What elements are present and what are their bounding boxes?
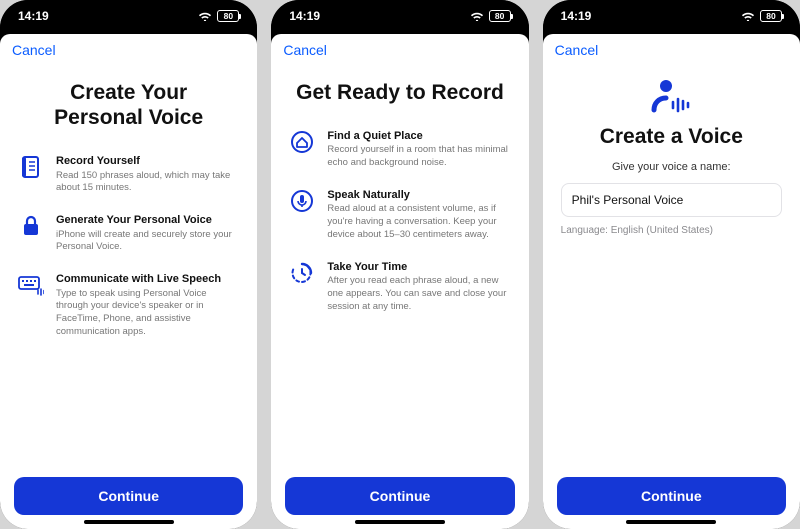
page-title: Create Your Personal Voice (18, 80, 239, 130)
feature-title: Take Your Time (327, 260, 510, 274)
cancel-button[interactable]: Cancel (283, 42, 327, 58)
feature-text: Speak Naturally Read aloud at a consiste… (327, 188, 510, 242)
feature-record-yourself: Record Yourself Read 150 phrases aloud, … (18, 154, 239, 195)
sheet: Cancel Create a Voice Give your voice a … (543, 34, 800, 529)
feature-desc: Read aloud at a consistent volume, as if… (327, 203, 510, 241)
feature-text: Communicate with Live Speech Type to spe… (56, 272, 239, 339)
home-icon (289, 129, 315, 155)
feature-text: Take Your Time After you read each phras… (327, 260, 510, 314)
feature-live-speech: Communicate with Live Speech Type to spe… (18, 272, 239, 339)
home-indicator[interactable] (355, 520, 445, 524)
status-right: 80 (470, 10, 511, 22)
content: Create Your Personal Voice Record Yourse… (0, 62, 257, 467)
feature-desc: Type to speak using Personal Voice throu… (56, 288, 239, 339)
battery-indicator: 80 (760, 10, 782, 22)
nav-bar: Cancel (271, 34, 528, 62)
battery-indicator: 80 (489, 10, 511, 22)
feature-title: Record Yourself (56, 154, 239, 168)
lock-icon (18, 213, 44, 239)
status-bar: 14:19 80 (543, 0, 800, 32)
name-prompt: Give your voice a name: (561, 161, 782, 173)
feature-list: Record Yourself Read 150 phrases aloud, … (18, 154, 239, 338)
continue-button[interactable]: Continue (14, 477, 243, 515)
continue-button[interactable]: Continue (285, 477, 514, 515)
feature-text: Generate Your Personal Voice iPhone will… (56, 213, 239, 254)
status-right: 80 (741, 10, 782, 22)
feature-text: Record Yourself Read 150 phrases aloud, … (56, 154, 239, 195)
voice-name-input[interactable] (561, 183, 782, 217)
phone-screen-3: 14:19 80 Cancel (543, 0, 800, 529)
wifi-icon (741, 11, 755, 21)
book-icon (18, 154, 44, 180)
feature-title: Speak Naturally (327, 188, 510, 202)
feature-take-time: Take Your Time After you read each phras… (289, 260, 510, 314)
status-right: 80 (198, 10, 239, 22)
nav-bar: Cancel (543, 34, 800, 62)
continue-button[interactable]: Continue (557, 477, 786, 515)
feature-desc: After you read each phrase aloud, a new … (327, 275, 510, 313)
nav-bar: Cancel (0, 34, 257, 62)
cancel-button[interactable]: Cancel (12, 42, 56, 58)
cancel-button[interactable]: Cancel (555, 42, 599, 58)
status-time: 14:19 (18, 9, 49, 23)
status-bar: 14:19 80 (0, 0, 257, 32)
sheet: Cancel Create Your Personal Voice Record… (0, 34, 257, 529)
feature-title: Communicate with Live Speech (56, 272, 239, 286)
page-title: Get Ready to Record (289, 80, 510, 105)
status-time: 14:19 (561, 9, 592, 23)
feature-text: Find a Quiet Place Record yourself in a … (327, 129, 510, 170)
person-voice-icon (561, 76, 782, 116)
feature-desc: Record yourself in a room that has minim… (327, 144, 510, 170)
keyboard-icon (18, 272, 44, 298)
feature-title: Find a Quiet Place (327, 129, 510, 143)
status-time: 14:19 (289, 9, 320, 23)
feature-generate-voice: Generate Your Personal Voice iPhone will… (18, 213, 239, 254)
feature-speak-naturally: Speak Naturally Read aloud at a consiste… (289, 188, 510, 242)
mic-icon (289, 188, 315, 214)
status-bar: 14:19 80 (271, 0, 528, 32)
content: Create a Voice Give your voice a name: L… (543, 62, 800, 467)
phone-screen-2: 14:19 80 Cancel Get Ready to Record Find… (271, 0, 528, 529)
content: Get Ready to Record Find a Quiet Place R… (271, 62, 528, 467)
wifi-icon (198, 11, 212, 21)
feature-desc: Read 150 phrases aloud, which may take a… (56, 170, 239, 196)
feature-title: Generate Your Personal Voice (56, 213, 239, 227)
page-title: Create a Voice (561, 124, 782, 149)
home-indicator[interactable] (84, 520, 174, 524)
feature-quiet-place: Find a Quiet Place Record yourself in a … (289, 129, 510, 170)
wifi-icon (470, 11, 484, 21)
sheet: Cancel Get Ready to Record Find a Quiet … (271, 34, 528, 529)
clock-icon (289, 260, 315, 286)
home-indicator[interactable] (626, 520, 716, 524)
phone-screen-1: 14:19 80 Cancel Create Your Personal Voi… (0, 0, 257, 529)
feature-desc: iPhone will create and securely store yo… (56, 229, 239, 255)
language-label: Language: English (United States) (561, 225, 782, 236)
battery-indicator: 80 (217, 10, 239, 22)
feature-list: Find a Quiet Place Record yourself in a … (289, 129, 510, 313)
